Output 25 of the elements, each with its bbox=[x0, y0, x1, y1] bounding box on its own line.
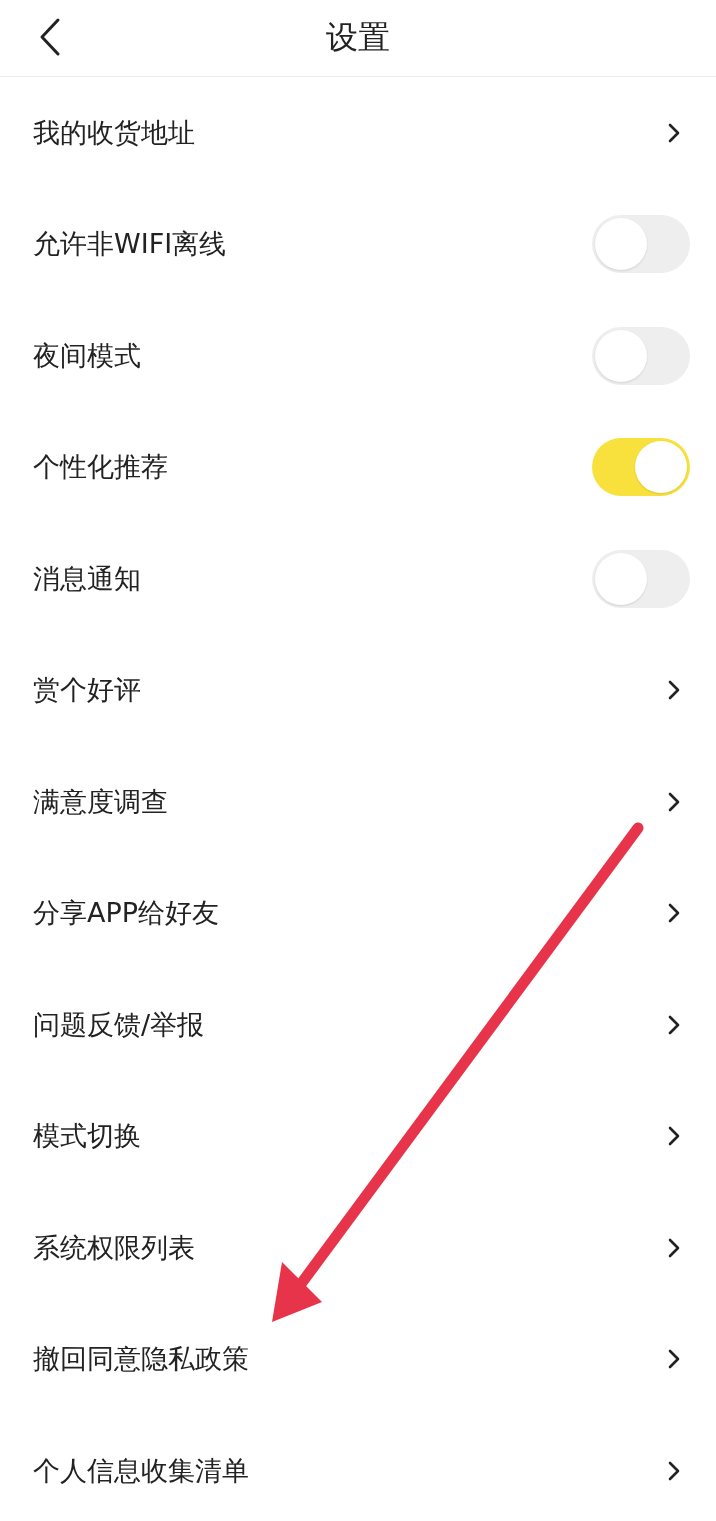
row-label: 消息通知 bbox=[33, 561, 141, 596]
chevron-icon bbox=[668, 791, 680, 812]
chevron-icon bbox=[668, 680, 680, 701]
back-icon[interactable] bbox=[38, 17, 62, 57]
row-label: 我的收货地址 bbox=[33, 115, 195, 150]
row-label: 撤回同意隐私政策 bbox=[33, 1342, 249, 1377]
chevron-icon bbox=[668, 1014, 680, 1035]
chevron-icon bbox=[668, 903, 680, 924]
row-label: 模式切换 bbox=[33, 1119, 141, 1154]
row-label: 允许非WIFI离线 bbox=[33, 227, 227, 262]
chevron-icon bbox=[668, 122, 680, 143]
row-label: 系统权限列表 bbox=[33, 1230, 195, 1265]
row-label: 问题反馈/举报 bbox=[33, 1007, 205, 1042]
row-label: 夜间模式 bbox=[33, 338, 141, 373]
row-label: 个人信息收集清单 bbox=[33, 1453, 249, 1488]
row-label: 满意度调查 bbox=[33, 784, 168, 819]
row-label: 赏个好评 bbox=[33, 673, 141, 708]
toggle-switch[interactable] bbox=[592, 438, 690, 497]
row-label: 分享APP给好友 bbox=[33, 896, 220, 931]
chevron-icon bbox=[668, 1126, 680, 1147]
chevron-icon bbox=[668, 1460, 680, 1481]
row-label: 个性化推荐 bbox=[33, 450, 168, 485]
page-title: 设置 bbox=[326, 17, 390, 58]
chevron-icon bbox=[668, 1237, 680, 1258]
chevron-icon bbox=[668, 1349, 680, 1370]
